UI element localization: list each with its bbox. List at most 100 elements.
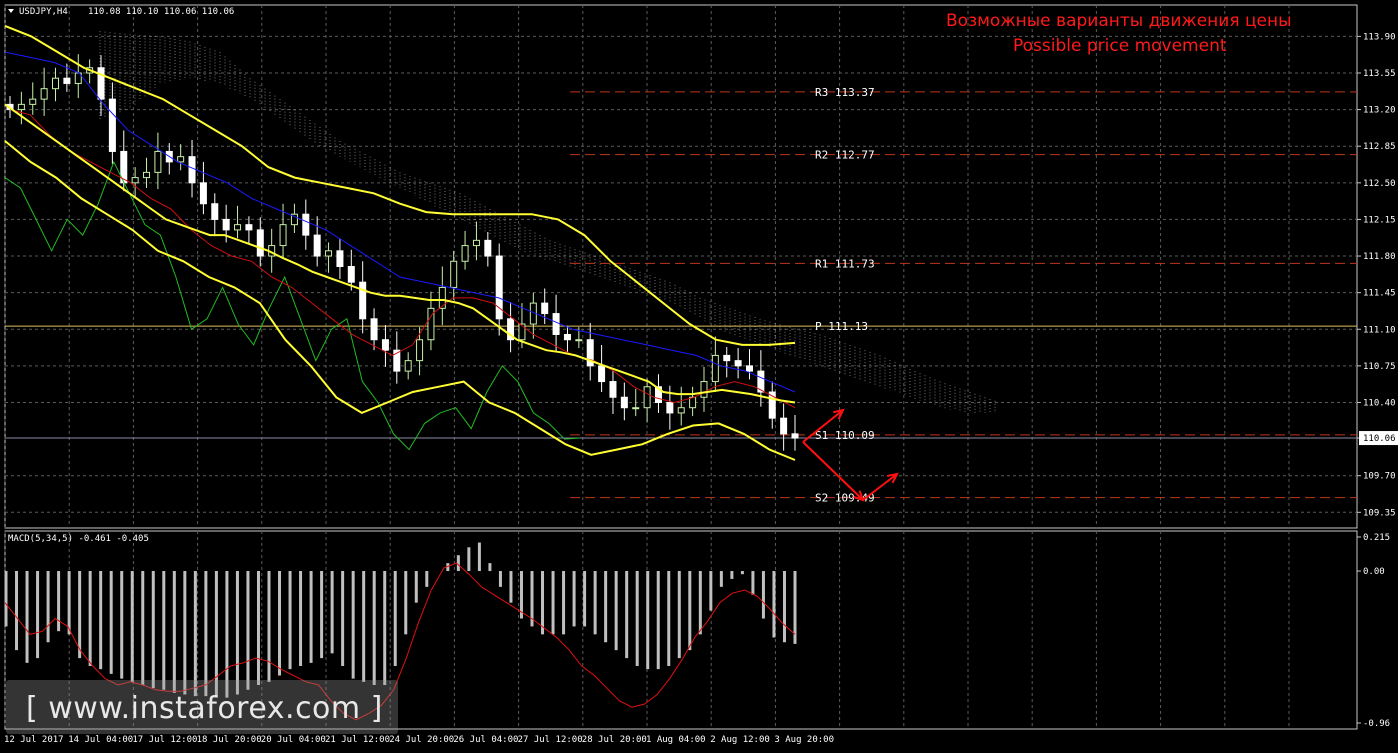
candle-body <box>791 433 799 439</box>
candle-body <box>347 266 355 283</box>
symbol-label: USDJPY,H4 <box>19 7 68 17</box>
annotation-title-en: Possible price movement <box>1013 36 1227 56</box>
trading-chart[interactable]: 113.90 113.55 113.20 112.85 112.50 112.15 111.… <box>0 0 1398 749</box>
candle-body <box>234 224 242 231</box>
candle-body <box>245 224 253 231</box>
level-label: R3 113.37 <box>815 86 875 99</box>
candle-body <box>472 239 480 247</box>
price-axis-label: 113.55 <box>1363 69 1396 79</box>
time-axis-label: 24 Jul 20:00 <box>389 735 454 745</box>
level-label: P 111.13 <box>815 320 868 333</box>
candle-body <box>40 88 48 100</box>
time-axis-label: 27 Jul 12:00 <box>518 735 583 745</box>
time-axis-label: 12 Jul 2017 <box>4 735 64 745</box>
price-axis-label: 110.75 <box>1363 362 1396 372</box>
candle-body <box>63 77 71 84</box>
candle-body <box>108 98 116 152</box>
candle-body <box>575 339 583 342</box>
level-label: S1 110.09 <box>815 429 875 442</box>
price-panel-frame <box>4 4 1358 529</box>
candle-body <box>689 396 697 409</box>
candle-body <box>177 156 185 163</box>
time-axis-label: 20 Jul 04:00 <box>261 735 326 745</box>
time-axis-label: 14 Jul 04:00 <box>68 735 133 745</box>
candle-body <box>632 407 640 410</box>
ma-blue-line <box>4 51 796 393</box>
time-axis-label: 21 Jul 12:00 <box>325 735 390 745</box>
price-axis-label: 112.15 <box>1363 215 1396 225</box>
candle-body <box>97 67 105 100</box>
level-label: R1 111.73 <box>815 257 875 270</box>
candle-body <box>780 417 788 435</box>
candle-body <box>52 77 60 90</box>
price-axis-label: 109.70 <box>1363 472 1396 482</box>
candle-body <box>620 396 628 409</box>
candle-body <box>222 218 230 231</box>
candle-body <box>666 401 674 414</box>
candle-body <box>154 150 162 173</box>
candle-body <box>188 156 196 184</box>
time-axis-label: 26 Jul 04:00 <box>453 735 518 745</box>
candle-body <box>256 229 264 257</box>
candle-body <box>359 281 367 320</box>
price-axis-label: 111.45 <box>1363 289 1396 299</box>
candle-body <box>484 239 492 257</box>
candle-body <box>131 177 139 184</box>
candle-body <box>700 381 708 398</box>
candle-body <box>711 354 719 383</box>
candle-body <box>336 250 344 267</box>
candle-body <box>734 360 742 367</box>
candle-body <box>723 354 731 362</box>
candle-body <box>598 365 606 383</box>
price-axis-label: 109.35 <box>1363 508 1396 518</box>
time-axis-label: 1 Aug 04:00 <box>646 735 706 745</box>
candle-body <box>29 98 37 105</box>
price-axis-label: 113.90 <box>1363 32 1396 42</box>
candle-body <box>211 203 219 220</box>
price-axis-label: 112.85 <box>1363 142 1396 152</box>
candle-body <box>404 360 412 372</box>
candle-body <box>745 365 753 372</box>
price-axis-label: 113.20 <box>1363 106 1396 116</box>
candle-body <box>143 171 151 179</box>
chevron-down-icon <box>8 9 14 13</box>
price-axis-label: 112.50 <box>1363 179 1396 189</box>
time-axis-label: 17 Jul 12:00 <box>132 735 197 745</box>
current-price-label: 110.06 <box>1363 434 1396 444</box>
candle-body <box>199 182 207 205</box>
time-axis-label: 3 Aug 20:00 <box>774 735 834 745</box>
watermark-text: [ www.instaforex.com ] <box>26 691 383 726</box>
arrow-rebound-shaft <box>862 473 898 501</box>
candle-body <box>416 339 424 362</box>
watermark-box: [ www.instaforex.com ] <box>6 680 398 734</box>
candle-body <box>461 245 469 262</box>
candle-body <box>518 323 526 341</box>
candle-body <box>325 250 333 257</box>
candle-body <box>609 381 617 398</box>
macd-title: MACD(5,34,5) -0.461 -0.405 <box>8 534 149 544</box>
candle-body <box>541 302 549 315</box>
candle-body <box>17 103 25 111</box>
candle-body <box>450 260 458 288</box>
candle-body <box>302 213 310 236</box>
candle-body <box>552 313 560 335</box>
price-axis-label: 111.80 <box>1363 252 1396 262</box>
time-axis-label: 2 Aug 12:00 <box>710 735 770 745</box>
time-axis-label: 18 Jul 20:00 <box>197 735 262 745</box>
candle-body <box>370 318 378 341</box>
candle-body <box>438 286 446 309</box>
ohlc-label: 110.08 110.10 110.06 110.06 <box>88 7 234 17</box>
candle-body <box>677 407 685 414</box>
macd-axis-label: 0.00 <box>1363 567 1385 577</box>
candle-body <box>563 333 571 341</box>
candle-body <box>643 386 651 409</box>
level-label: R2 112.77 <box>815 149 875 162</box>
price-axis-label: 110.40 <box>1363 398 1396 408</box>
time-axis-label: 28 Jul 20:00 <box>582 735 647 745</box>
candle-body <box>381 339 389 351</box>
chart-canvas[interactable]: 113.90 113.55 113.20 112.85 112.50 112.15 111.… <box>0 0 1398 749</box>
macd-axis-label: -0.96 <box>1363 719 1390 729</box>
macd-axis-label: 0.215 <box>1363 533 1390 543</box>
price-axis-label: 111.10 <box>1363 325 1396 335</box>
candle-body <box>279 224 287 247</box>
